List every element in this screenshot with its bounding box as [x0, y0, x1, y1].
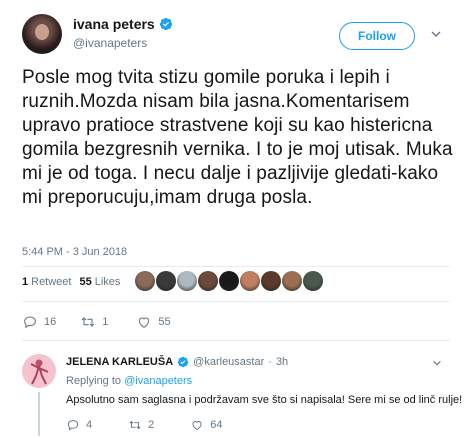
- replying-to-handle[interactable]: @ivanapeters: [124, 375, 192, 387]
- thread-line: [38, 392, 40, 436]
- retweet-label[interactable]: Retweet: [31, 276, 71, 288]
- tweet-stats: 1 Retweet 55 Likes: [22, 276, 120, 288]
- reply-age[interactable]: 3h: [276, 356, 288, 368]
- liker-avatar[interactable]: [261, 271, 281, 291]
- liker-avatar[interactable]: [240, 271, 260, 291]
- liker-avatar[interactable]: [135, 271, 155, 291]
- reply-author-name[interactable]: JELENA KARLEUŠA: [66, 356, 173, 368]
- divider: [22, 340, 450, 341]
- reply-text: Apsolutno sam saglasna i podržavam sve š…: [66, 394, 463, 406]
- verified-badge-icon: [177, 356, 189, 368]
- heart-icon: [192, 421, 202, 431]
- author-name-line: ivana peters: [73, 16, 173, 32]
- retweet-icon: [81, 317, 95, 327]
- chevron-down-icon[interactable]: [430, 28, 442, 40]
- liker-avatar[interactable]: [303, 271, 323, 291]
- liker-avatar[interactable]: [282, 271, 302, 291]
- reply-reply-count: 4: [86, 419, 93, 431]
- divider: [22, 301, 450, 302]
- retweet-icon: [129, 420, 141, 430]
- like-action[interactable]: 55: [136, 314, 171, 330]
- retweet-action[interactable]: 1: [80, 314, 108, 330]
- tweet-text: Posle mog tvita stizu gomile poruka i le…: [22, 67, 453, 208]
- replying-to-prefix: Replying to: [66, 375, 122, 387]
- reply-avatar-figure: [30, 359, 49, 385]
- follow-button[interactable]: Follow: [339, 22, 415, 50]
- reply-author-avatar[interactable]: [22, 354, 56, 388]
- reply-author-handle[interactable]: @karleusastar: [193, 356, 264, 368]
- reply-icon: [67, 420, 79, 431]
- liker-avatar[interactable]: [177, 271, 197, 291]
- retweet-action-count: 1: [102, 316, 109, 328]
- liker-avatar[interactable]: [198, 271, 218, 291]
- reply-like-count: 64: [210, 419, 223, 431]
- reply-count: 16: [44, 316, 57, 328]
- liker-avatar[interactable]: [219, 271, 239, 291]
- liker-avatars: [135, 271, 323, 291]
- like-action-count: 55: [158, 316, 171, 328]
- tweet-timestamp[interactable]: 5:44 PM - 3 Jun 2018: [22, 246, 127, 258]
- reply-header: JELENA KARLEUŠA @karleusastar · 3h: [66, 356, 288, 368]
- reply-retweet-count: 2: [148, 419, 155, 431]
- verified-badge-icon: [159, 17, 172, 31]
- liker-avatar[interactable]: [156, 271, 176, 291]
- heart-icon: [139, 317, 150, 328]
- tweet-actions: 16 1 55: [22, 314, 171, 330]
- divider: [22, 266, 450, 267]
- like-count[interactable]: 55: [79, 276, 91, 288]
- author-avatar[interactable]: [22, 14, 62, 54]
- reply-action[interactable]: 16: [22, 314, 56, 330]
- author-display-name[interactable]: ivana peters: [73, 16, 155, 32]
- author-handle[interactable]: @ivanapeters: [73, 36, 147, 50]
- reply-reply-action[interactable]: 4: [66, 418, 92, 432]
- reply-separator: ·: [268, 356, 272, 368]
- like-label[interactable]: Likes: [95, 276, 121, 288]
- retweet-count[interactable]: 1: [22, 276, 28, 288]
- replying-to-line: Replying to @ivanapeters: [66, 375, 192, 387]
- reply-actions: 4 2 64: [66, 418, 223, 432]
- reply-like-action[interactable]: 64: [190, 418, 223, 432]
- reply-retweet-action[interactable]: 2: [128, 418, 154, 432]
- chevron-down-icon[interactable]: [432, 358, 442, 368]
- reply-icon: [24, 316, 36, 329]
